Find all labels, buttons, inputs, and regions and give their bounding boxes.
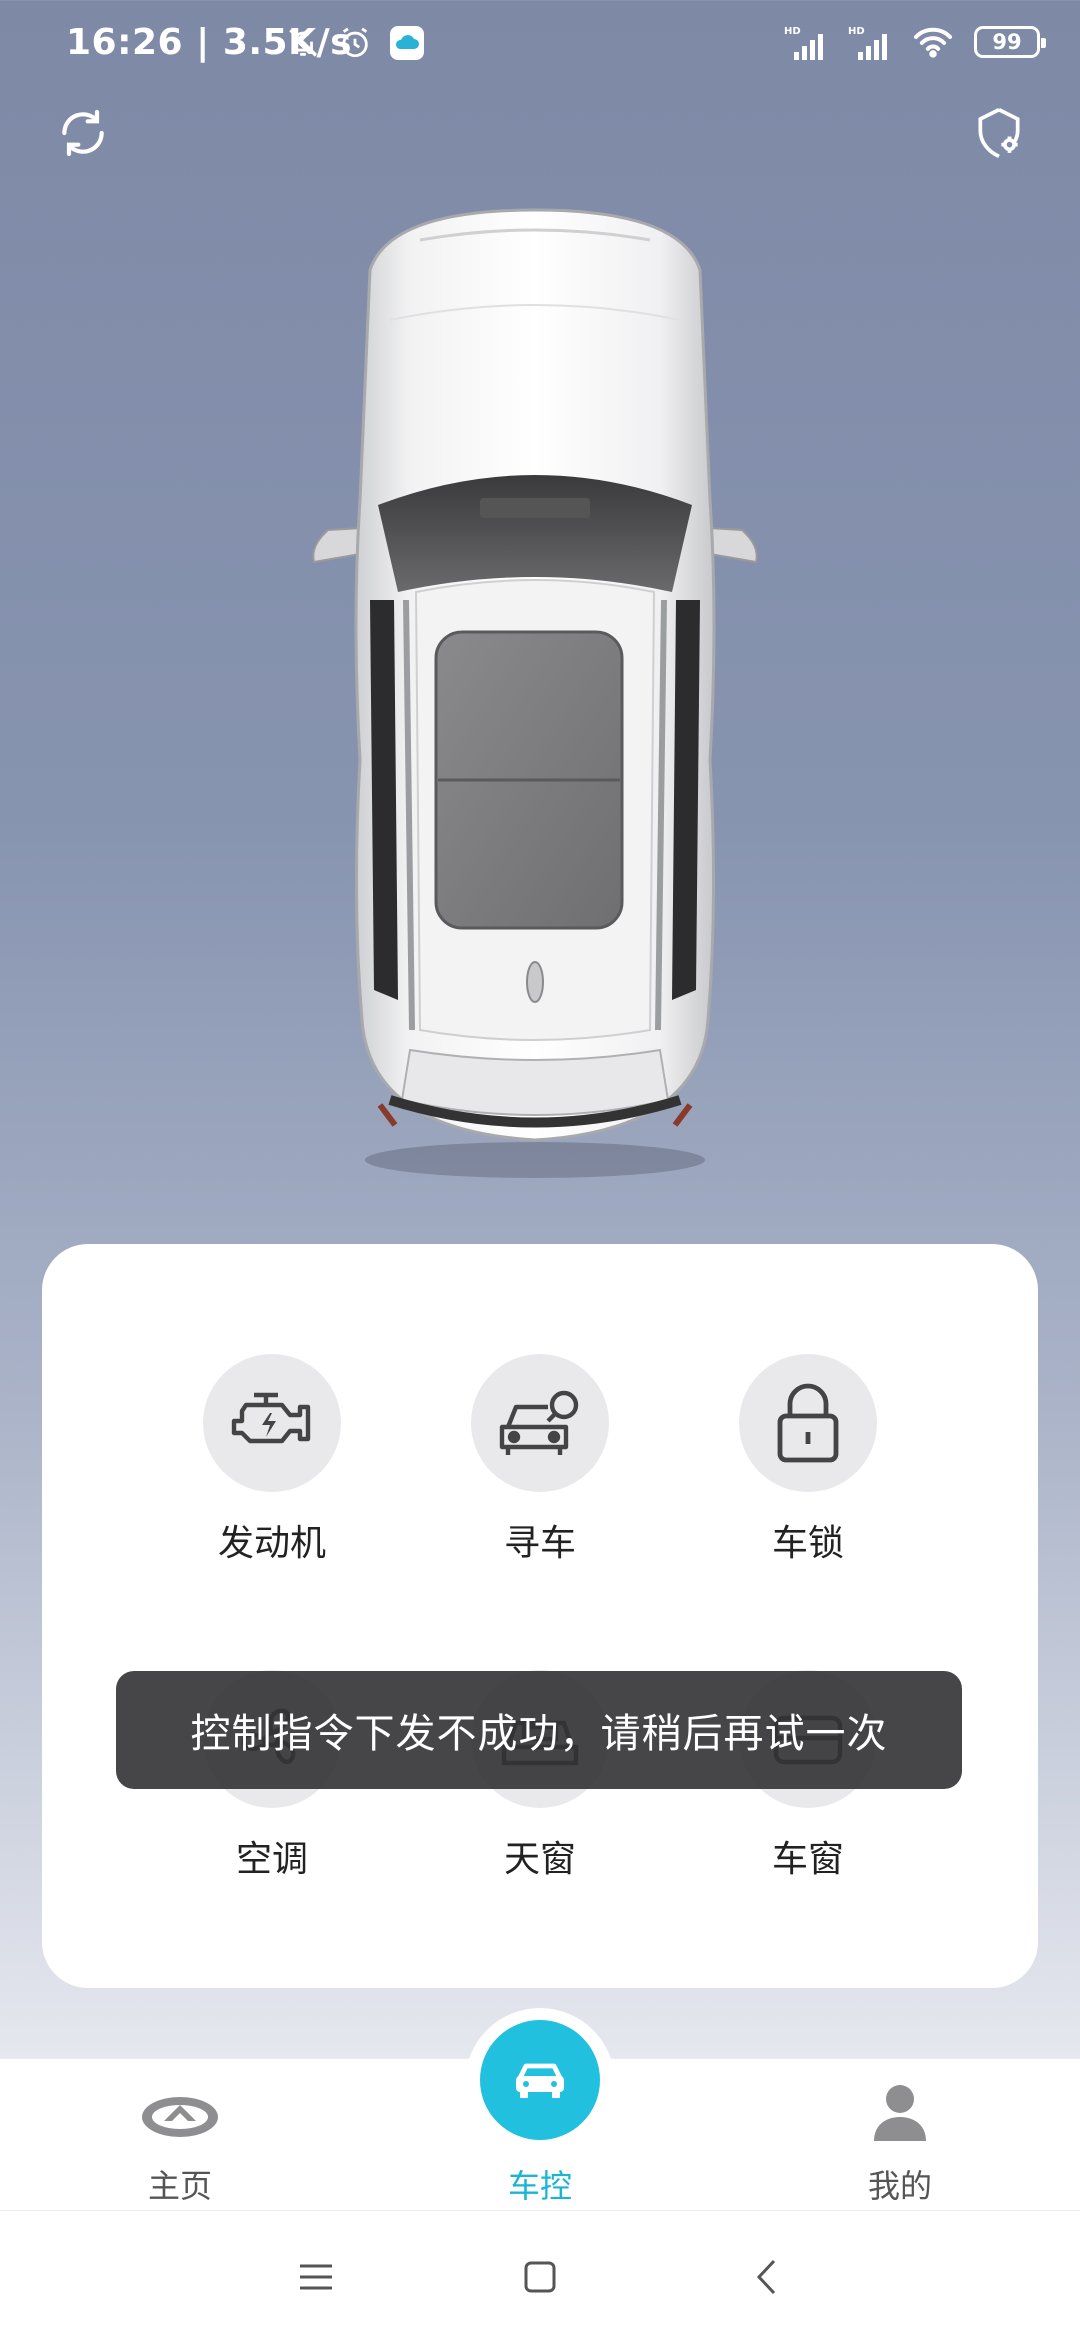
nav-profile[interactable]: 我的 <box>790 2059 1010 2209</box>
window-label: 车窗 <box>771 1839 844 1880</box>
back-button[interactable] <box>736 2247 796 2307</box>
menu-icon <box>300 2264 332 2290</box>
notifications-off-icon <box>289 29 317 57</box>
engine-label: 发动机 <box>217 1523 326 1564</box>
svg-text:HD: HD <box>848 26 865 37</box>
svg-text:HD: HD <box>784 26 801 37</box>
find-car-label: 寻车 <box>503 1523 576 1564</box>
user-icon <box>874 2085 926 2141</box>
car-control-fab[interactable] <box>480 2020 600 2140</box>
car-icon <box>516 2063 564 2098</box>
car-image <box>300 200 770 1180</box>
system-navigation <box>0 2210 1080 2341</box>
menu-button[interactable] <box>286 2247 346 2307</box>
status-bar: 16:26 | 3.5K/s HD HD 99 <box>0 0 1080 96</box>
nav-profile-label: 我的 <box>867 2167 932 2205</box>
signal-hd-icon: HD <box>848 26 887 60</box>
settings-shield-icon <box>978 107 1020 159</box>
refresh-icon <box>62 109 104 157</box>
sunroof-label: 天窗 <box>503 1839 576 1880</box>
signal-hd-icon: HD <box>784 26 823 60</box>
nav-home[interactable]: 主页 <box>70 2059 290 2209</box>
error-toast: 控制指令下发不成功，请稍后再试一次 <box>116 1671 962 1789</box>
home-icon <box>524 2261 556 2293</box>
home-button[interactable] <box>510 2247 570 2307</box>
refresh-button[interactable] <box>50 100 116 166</box>
nav-home-label: 主页 <box>147 2167 212 2205</box>
find-car-icon <box>499 1390 579 1455</box>
brand-logo-icon <box>142 2097 218 2137</box>
lock-label: 车锁 <box>771 1523 844 1564</box>
settings-button[interactable] <box>966 100 1032 166</box>
air-conditioning-label: 空调 <box>235 1839 308 1880</box>
nav-car-control-label: 车控 <box>507 2167 572 2205</box>
find-car-control[interactable]: 寻车 <box>420 1354 660 1566</box>
control-panel: 发动机 寻车 车锁 空调 天窗 车窗 <box>42 1244 1038 1988</box>
lock-icon <box>777 1383 839 1463</box>
wifi-icon <box>913 27 953 58</box>
engine-control[interactable]: 发动机 <box>152 1354 392 1566</box>
cloud-app-icon <box>390 26 424 60</box>
alarm-icon <box>342 27 368 58</box>
battery-icon: 99 <box>974 26 1046 58</box>
back-icon <box>756 2259 776 2295</box>
lock-control[interactable]: 车锁 <box>688 1354 928 1566</box>
engine-icon <box>231 1392 311 1444</box>
